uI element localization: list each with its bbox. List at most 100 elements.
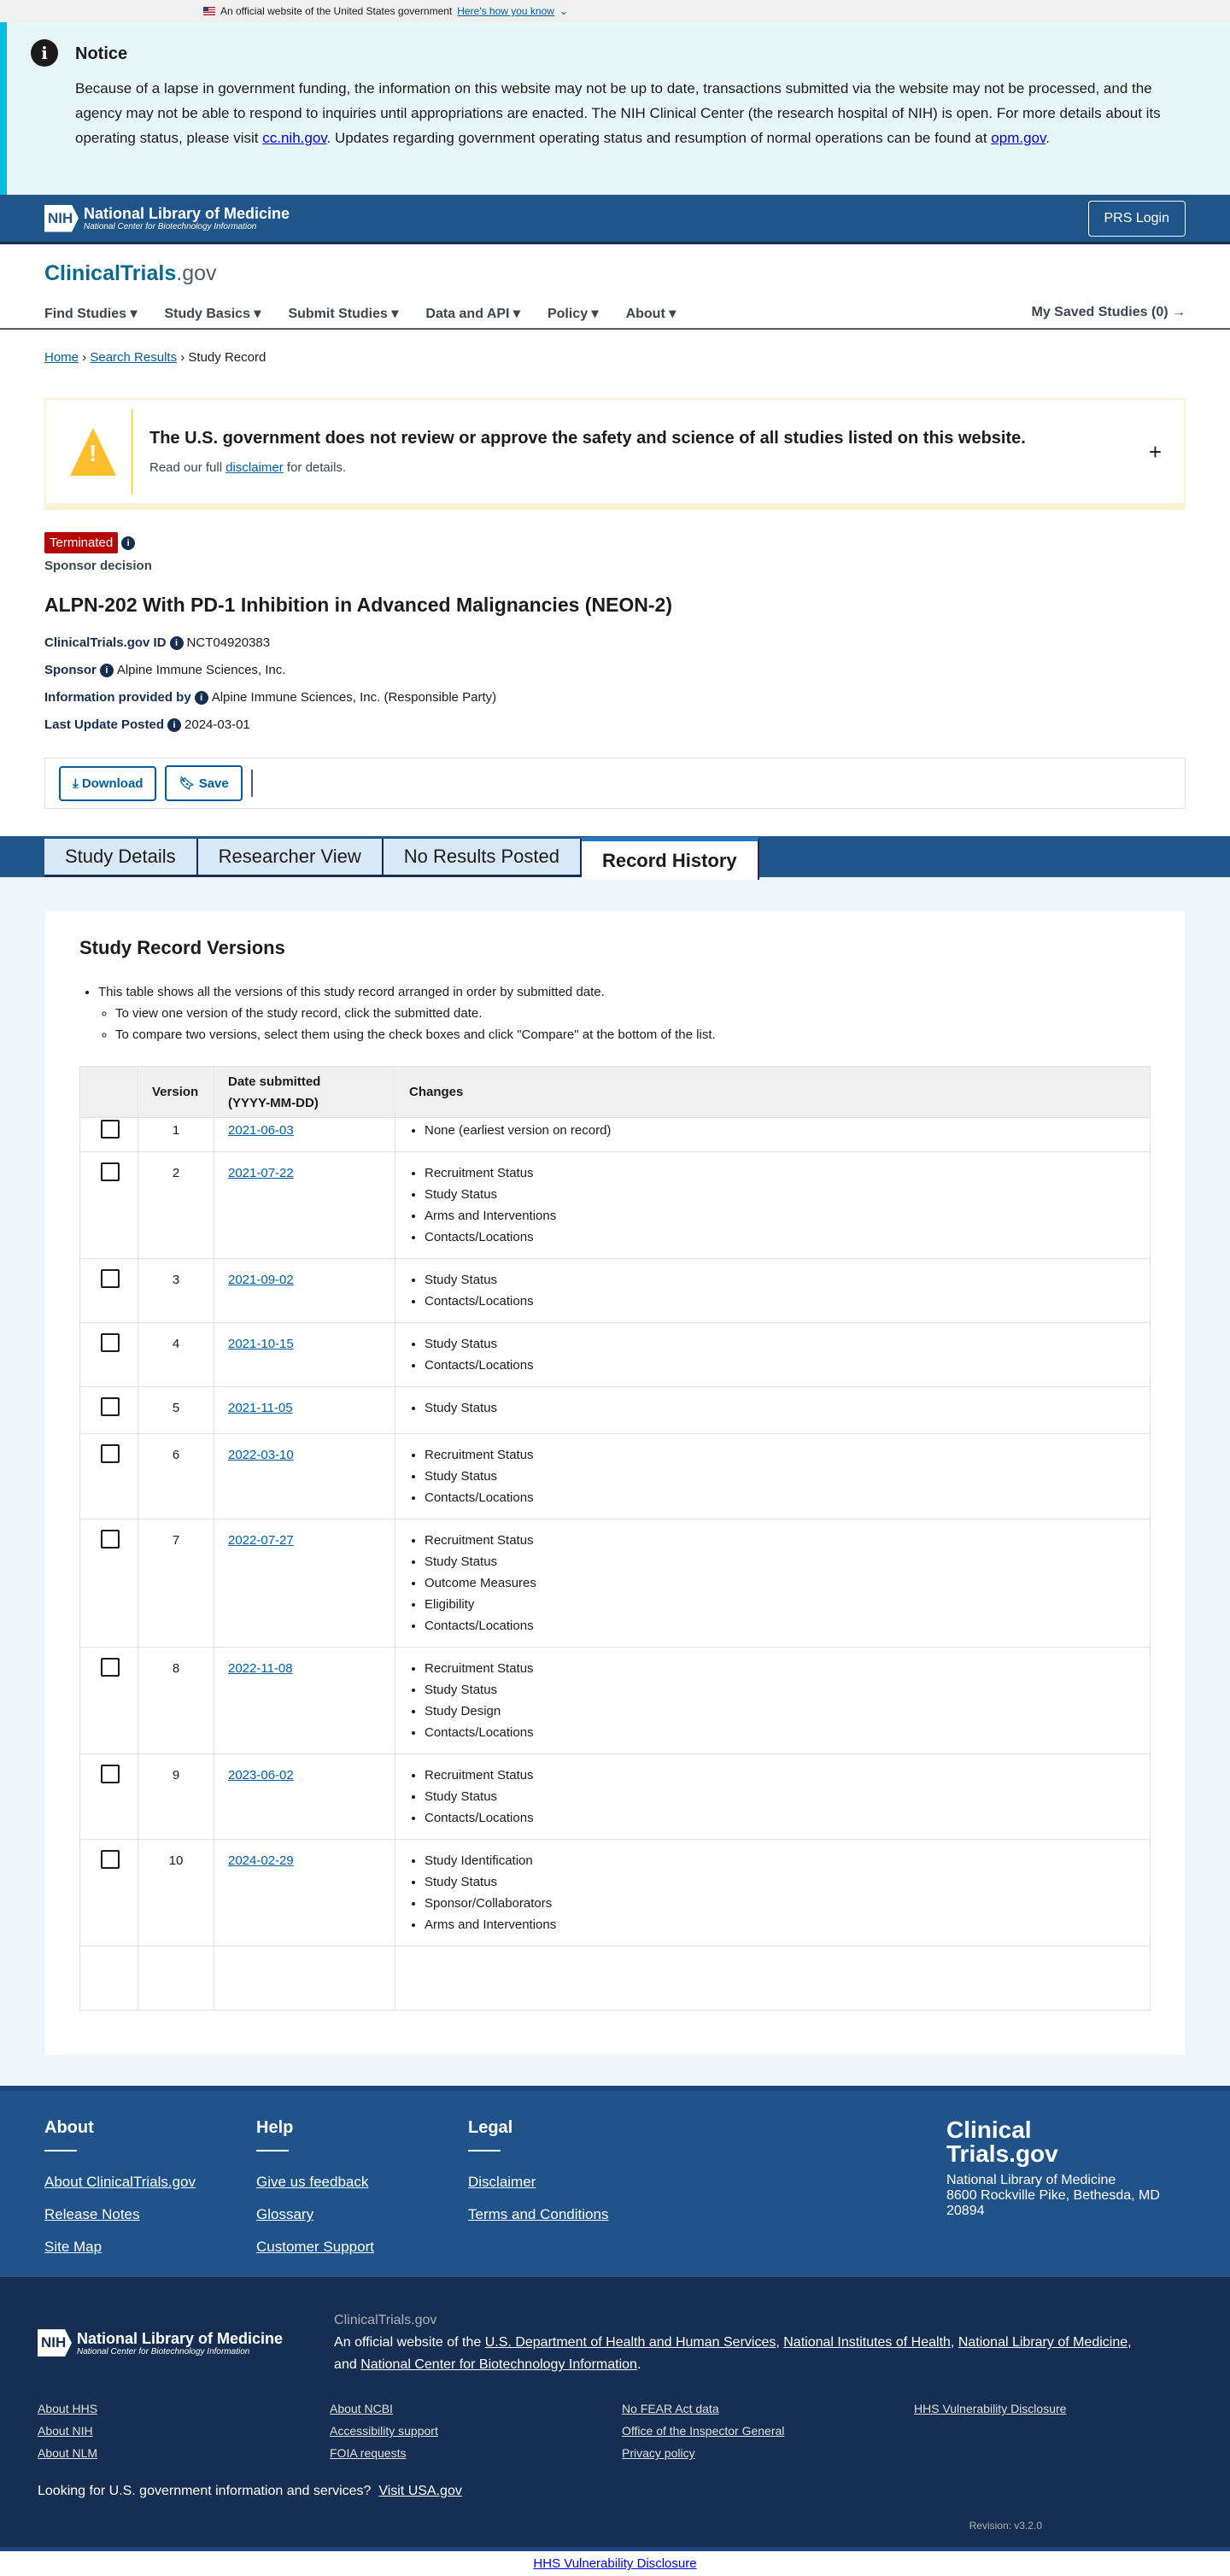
tab-no-results[interactable]: No Results Posted: [383, 839, 582, 878]
nlm-link[interactable]: National Library of Medicine: [958, 2335, 1128, 2350]
change-item: Contacts/Locations: [425, 1291, 1136, 1312]
change-item: Arms and Interventions: [425, 1205, 1136, 1227]
version-date-link[interactable]: 2021-09-02: [228, 1273, 294, 1287]
site-header: ClinicalTrials.gov Find Studies ▾ Study …: [0, 244, 1230, 330]
version-date-link[interactable]: 2022-11-08: [228, 1661, 293, 1676]
version-checkbox[interactable]: [101, 1444, 120, 1464]
nav-find-studies[interactable]: Find Studies ▾: [44, 305, 137, 322]
footer-link[interactable]: Site Map: [44, 2239, 256, 2256]
table-row: 6 2022-03-10 Recruitment StatusStudy Statu…: [79, 1433, 1151, 1519]
tab-researcher-view[interactable]: Researcher View: [197, 839, 384, 878]
nih-link[interactable]: National Institutes of Health: [783, 2335, 951, 2350]
agency-link[interactable]: Privacy policy: [622, 2446, 914, 2460]
clinicaltrials-logo[interactable]: ClinicalTrials.gov: [44, 261, 1186, 286]
empty-cell: [914, 2446, 1206, 2460]
agency-link[interactable]: About NLM: [38, 2446, 330, 2460]
nlm-logo[interactable]: NIH National Library of Medicine National…: [44, 204, 290, 232]
version-checkbox[interactable]: [101, 1397, 120, 1417]
disclaimer-link[interactable]: disclaimer: [226, 460, 284, 475]
main-nav: Find Studies ▾ Study Basics ▾ Submit Stu…: [44, 305, 1186, 322]
cc-nih-link[interactable]: cc.nih.gov: [262, 130, 326, 146]
footer-link[interactable]: Glossary: [256, 2206, 468, 2223]
version-date-link[interactable]: 2023-06-02: [228, 1768, 294, 1783]
agency-link[interactable]: No FEAR Act data: [622, 2402, 914, 2415]
version-checkbox[interactable]: [101, 1658, 120, 1677]
hhs-link[interactable]: U.S. Department of Health and Human Serv…: [485, 2335, 776, 2350]
footer-link[interactable]: About ClinicalTrials.gov: [44, 2174, 256, 2191]
tab-study-details[interactable]: Study Details: [44, 839, 198, 878]
change-item: Study Status: [425, 1466, 1136, 1487]
status-reason: Sponsor decision: [44, 559, 152, 573]
version-date-link[interactable]: 2022-07-27: [228, 1533, 294, 1548]
info-icon[interactable]: i: [167, 718, 182, 733]
nav-submit-studies[interactable]: Submit Studies ▾: [288, 305, 398, 322]
version-checkbox[interactable]: [101, 1850, 120, 1870]
empty-cell: [914, 2424, 1206, 2438]
change-item: Contacts/Locations: [425, 1615, 1136, 1636]
change-item: Recruitment Status: [425, 1162, 1136, 1184]
version-date-link[interactable]: 2021-06-03: [228, 1123, 294, 1138]
agency-link[interactable]: About NIH: [38, 2424, 330, 2438]
date-header: Date submitted (YYYY-MM-DD): [214, 1066, 395, 1118]
expand-icon[interactable]: +: [1149, 439, 1162, 465]
opm-link[interactable]: opm.gov: [991, 130, 1046, 146]
breadcrumb-home[interactable]: Home: [44, 350, 79, 365]
footer-link[interactable]: Terms and Conditions: [468, 2206, 680, 2223]
bookmark-icon: 🔖︎: [179, 776, 199, 792]
nlm-name: National Library of Medicine: [84, 205, 290, 222]
usa-gov-link[interactable]: Visit USA.gov: [378, 2484, 462, 2498]
version-checkbox[interactable]: [101, 1765, 120, 1784]
info-icon[interactable]: i: [169, 636, 184, 651]
version-date-link[interactable]: 2021-11-05: [228, 1401, 293, 1415]
footer-link[interactable]: Customer Support: [256, 2239, 468, 2256]
version-date-link[interactable]: 2024-02-29: [228, 1853, 294, 1868]
agency-link[interactable]: HHS Vulnerability Disclosure: [914, 2402, 1206, 2415]
agency-link[interactable]: About NCBI: [330, 2402, 622, 2415]
instruction: This table shows all the versions of thi…: [98, 981, 1151, 1003]
agency-link[interactable]: Accessibility support: [330, 2424, 622, 2438]
info-icon[interactable]: i: [194, 691, 208, 705]
nlm-footer-logo[interactable]: NIH National Library of Medicine National…: [38, 2310, 283, 2376]
warning-icon: [70, 427, 116, 476]
footer-link[interactable]: Release Notes: [44, 2206, 256, 2223]
version-checkbox[interactable]: [101, 1333, 120, 1353]
hhs-vulnerability-link[interactable]: HHS Vulnerability Disclosure: [533, 2556, 696, 2571]
nav-policy[interactable]: Policy ▾: [548, 305, 599, 322]
version-date-link[interactable]: 2022-03-10: [228, 1448, 294, 1462]
tab-record-history[interactable]: Record History: [581, 837, 759, 881]
version-date-link[interactable]: 2021-10-15: [228, 1337, 294, 1351]
change-item: Study Identification: [425, 1850, 1136, 1871]
change-item: Study Design: [425, 1701, 1136, 1722]
field-sponsor: Sponsor i Alpine Immune Sciences, Inc.: [44, 663, 286, 678]
agency-link[interactable]: FOIA requests: [330, 2446, 622, 2460]
version-checkbox[interactable]: [101, 1530, 120, 1549]
saved-studies-link[interactable]: My Saved Studies (0) →: [1032, 305, 1186, 322]
info-icon[interactable]: i: [99, 664, 114, 678]
change-item: Contacts/Locations: [425, 1487, 1136, 1508]
change-item: Recruitment Status: [425, 1658, 1136, 1679]
version-date-link[interactable]: 2021-07-22: [228, 1166, 294, 1180]
ncbi-link[interactable]: National Center for Biotechnology Inform…: [360, 2357, 637, 2372]
change-item: Recruitment Status: [425, 1444, 1136, 1466]
nav-about[interactable]: About ▾: [626, 305, 676, 322]
breadcrumb-search-results[interactable]: Search Results: [90, 350, 177, 365]
agency-link[interactable]: Office of the Inspector General: [622, 2424, 914, 2438]
footer-link[interactable]: Give us feedback: [256, 2174, 468, 2191]
info-icon[interactable]: i: [121, 536, 136, 550]
agency-link[interactable]: About HHS: [38, 2402, 330, 2415]
info-icon: i: [31, 39, 58, 67]
version-checkbox[interactable]: [101, 1162, 120, 1182]
prs-login-button[interactable]: PRS Login: [1087, 200, 1186, 237]
save-button[interactable]: 🔖︎ Save: [165, 765, 243, 802]
download-button[interactable]: ⤓ Download: [59, 765, 157, 801]
footer-link[interactable]: Disclaimer: [468, 2174, 680, 2191]
version-checkbox[interactable]: [101, 1269, 120, 1289]
nav-data-api[interactable]: Data and API ▾: [425, 305, 520, 322]
how-you-know-link[interactable]: Here's how you know: [457, 5, 554, 17]
nav-study-basics[interactable]: Study Basics ▾: [164, 305, 261, 322]
table-row: 8 2022-11-08 Recruitment StatusStudy Statu…: [79, 1647, 1151, 1754]
footer-col-help: Help Give us feedback Glossary Customer Su…: [256, 2118, 468, 2255]
version-number: 2: [138, 1151, 214, 1259]
version-checkbox[interactable]: [101, 1120, 120, 1139]
change-item: Study Status: [425, 1184, 1136, 1205]
